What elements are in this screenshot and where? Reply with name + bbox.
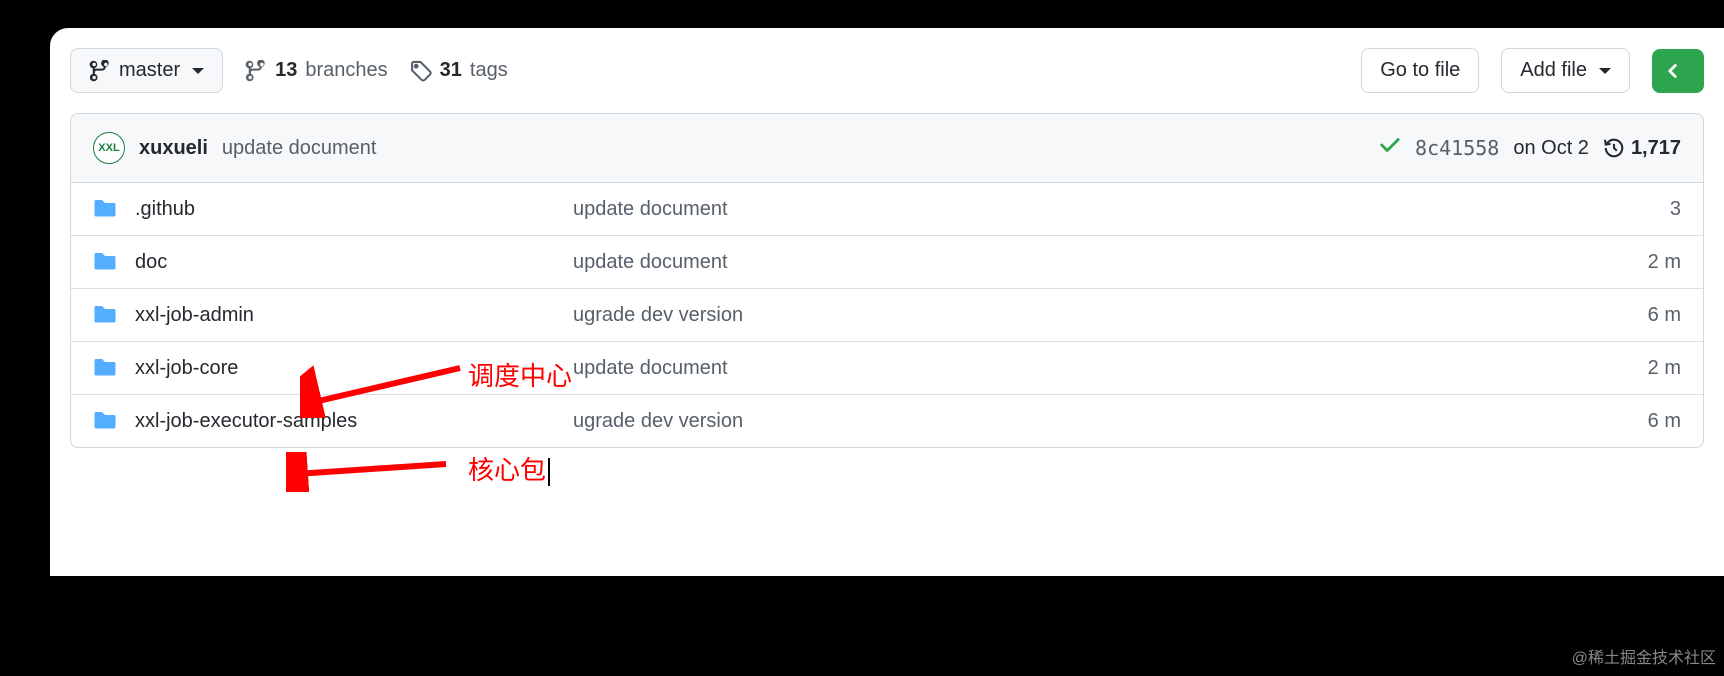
branches-word: branches [305,59,387,82]
branch-name: master [119,59,180,82]
commit-message[interactable]: update document [222,137,377,160]
file-name[interactable]: xxl-job-executor-samples [135,410,555,433]
table-row[interactable]: xxl-job-core update document 2 m [71,342,1703,395]
watermark: @稀土掘金技术社区 [1572,644,1716,668]
caret-down-icon [1599,68,1611,74]
row-commit-message[interactable]: update document [573,198,1333,221]
tags-word: tags [470,59,508,82]
table-row[interactable]: doc update document 2 m [71,236,1703,289]
row-age: 2 m [1648,357,1681,380]
repo-toolbar: master 13 branches 31 tags Go to file Ad… [50,28,1724,113]
git-branch-icon [245,60,267,82]
file-name[interactable]: doc [135,251,555,274]
commits-history-link[interactable]: 1,717 [1603,137,1681,160]
file-listing-box: XXL xuxueli update document 8c41558 on O… [70,113,1704,448]
commits-count: 1,717 [1631,137,1681,160]
row-age: 6 m [1648,304,1681,327]
row-commit-message[interactable]: ugrade dev version [573,304,1333,327]
tag-icon [410,60,432,82]
latest-commit-summary: XXL xuxueli update document 8c41558 on O… [71,114,1703,183]
history-icon [1603,137,1625,159]
folder-icon [93,356,117,380]
row-commit-message[interactable]: update document [573,357,1333,380]
tags-link[interactable]: 31 tags [410,59,508,82]
add-file-button[interactable]: Add file [1501,48,1630,93]
file-name[interactable]: xxl-job-admin [135,304,555,327]
repo-file-panel: master 13 branches 31 tags Go to file Ad… [50,28,1724,576]
branch-select-button[interactable]: master [70,48,223,93]
caret-down-icon [192,68,204,74]
code-icon [1667,60,1689,82]
file-name[interactable]: xxl-job-core [135,357,555,380]
folder-icon [93,197,117,221]
folder-icon [93,409,117,433]
table-row[interactable]: xxl-job-executor-samples ugrade dev vers… [71,395,1703,447]
table-row[interactable]: .github update document 3 [71,183,1703,236]
row-commit-message[interactable]: ugrade dev version [573,410,1333,433]
branches-link[interactable]: 13 branches [245,59,388,82]
commit-author[interactable]: xuxueli [139,137,208,160]
row-commit-message[interactable]: update document [573,251,1333,274]
row-age: 3 [1670,198,1681,221]
commit-sha[interactable]: 8c41558 [1415,136,1499,160]
folder-icon [93,250,117,274]
avatar[interactable]: XXL [93,132,125,164]
row-age: 6 m [1648,410,1681,433]
branches-count: 13 [275,59,297,82]
folder-icon [93,303,117,327]
commit-date[interactable]: on Oct 2 [1513,137,1589,160]
row-age: 2 m [1648,251,1681,274]
table-row[interactable]: xxl-job-admin ugrade dev version 6 m [71,289,1703,342]
file-name[interactable]: .github [135,198,555,221]
go-to-file-button[interactable]: Go to file [1361,48,1479,93]
git-branch-icon [89,60,111,82]
check-icon[interactable] [1379,134,1401,162]
code-download-button[interactable] [1652,49,1704,93]
tags-count: 31 [440,59,462,82]
